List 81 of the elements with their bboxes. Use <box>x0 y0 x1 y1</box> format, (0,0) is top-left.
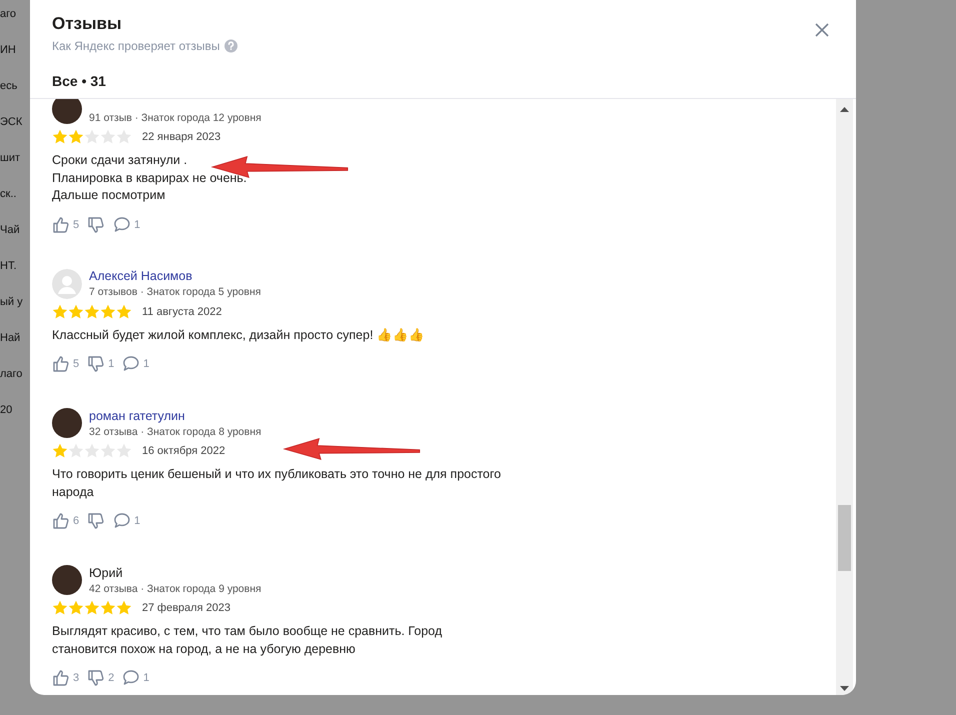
background-text: 20 <box>0 404 14 416</box>
filled-star-icon <box>116 600 132 616</box>
background-text: ый у <box>0 296 24 308</box>
avatar-photo-placeholder <box>52 565 82 595</box>
comment-button[interactable]: 1 <box>122 355 150 373</box>
background-text: ЭСК <box>0 116 24 128</box>
comment-icon <box>113 216 132 234</box>
filled-star-icon <box>116 304 132 320</box>
dialog-title: Отзывы <box>52 14 122 34</box>
like-button[interactable]: 5 <box>52 216 80 234</box>
background-text: есь <box>0 80 18 92</box>
close-icon <box>814 22 830 38</box>
background-text: ск.. <box>0 188 18 200</box>
filled-star-icon <box>68 304 84 320</box>
like-button[interactable]: 3 <box>52 669 80 687</box>
dislike-button[interactable] <box>87 216 106 234</box>
filled-star-icon <box>84 600 100 616</box>
author-info: 91 отзыв · Знаток города 12 уровня <box>89 112 262 124</box>
review-text: Что говорить ценик бешеный и что их публиковать это точно не для простого <box>52 466 502 483</box>
review-text: Выглядят красиво, с тем, что там было вообще не сравнить. Город <box>52 623 443 640</box>
scroll-up-icon <box>840 107 849 112</box>
background-text: ИН <box>0 44 17 56</box>
background-text: шит <box>0 152 22 164</box>
author-info: 7 отзывов · Знаток города 5 уровня <box>89 286 261 298</box>
filled-star-icon <box>68 129 84 145</box>
review-text: народа <box>52 484 95 501</box>
comment-button[interactable]: 1 <box>113 512 140 530</box>
help-link[interactable]: Как Яндекс проверяет отзывы <box>52 39 220 53</box>
tab[interactable]: Все • 31 <box>52 73 106 98</box>
filled-star-icon <box>84 304 100 320</box>
review-text: Классный будет жилой комплекс, дизайн просто супер! 👍👍👍 <box>52 326 426 344</box>
thumbs-up-icon <box>52 216 70 234</box>
scroll-down-icon <box>840 686 849 691</box>
avatar-photo-placeholder <box>52 408 82 438</box>
review-date: 22 января 2023 <box>142 131 221 143</box>
background-text: НТ. <box>0 260 18 272</box>
filled-star-icon <box>52 304 68 320</box>
filled-star-icon <box>52 129 68 145</box>
review-text: становится похож на город, а не на убогую деревню <box>52 640 356 658</box>
comment-button[interactable]: 1 <box>122 669 150 687</box>
filled-star-icon <box>52 600 68 616</box>
avatar-silhouette-icon <box>52 268 82 298</box>
review-text: Планировка в кварирах не очень. <box>52 170 248 187</box>
thumbs-down-icon <box>87 216 106 234</box>
comment-button[interactable]: 1 <box>113 216 140 234</box>
help-icon <box>224 39 238 53</box>
scroll-thumb[interactable] <box>838 505 851 571</box>
comment-icon <box>113 512 132 530</box>
thumbs-down-icon <box>87 355 106 373</box>
thumbs-up-icon <box>52 669 70 687</box>
dislike-button[interactable] <box>87 512 106 530</box>
thumbs-up-icon <box>52 355 70 373</box>
background-text: аго <box>0 8 18 20</box>
author-name: Юрий <box>89 566 124 580</box>
background-text: Чай <box>0 224 21 236</box>
filled-star-icon <box>52 443 68 459</box>
review-date: 27 февраля 2023 <box>142 602 230 614</box>
review-text: Сроки сдачи затянули . <box>52 152 188 169</box>
thumbs-down-icon <box>87 512 106 530</box>
filled-star-icon <box>100 304 116 320</box>
filled-star-icon <box>100 600 116 616</box>
like-button[interactable]: 5 <box>52 355 80 373</box>
background-text: лаго <box>0 368 24 380</box>
like-button[interactable]: 6 <box>52 512 80 530</box>
background-text: Най <box>0 332 22 344</box>
review-date: 11 августа 2022 <box>142 306 222 318</box>
filled-star-icon <box>68 600 84 616</box>
review-date: 16 октября 2022 <box>142 445 226 457</box>
thumbs-up-icon <box>52 512 70 530</box>
author-info: 32 отзыва · Знаток города 8 уровня <box>89 426 262 438</box>
author-link[interactable]: Алексей Насимов <box>89 269 261 283</box>
scrollbar[interactable] <box>836 99 853 695</box>
dislike-button[interactable]: 1 <box>87 355 114 373</box>
comment-icon <box>122 355 140 373</box>
thumbs-down-icon <box>87 669 106 687</box>
review-text: Дальше посмотрим <box>52 187 166 204</box>
avatar-photo-placeholder <box>52 99 82 124</box>
author-link[interactable]: роман гатетулин <box>89 408 262 422</box>
author-info: 42 отзыва · Знаток города 9 уровня <box>89 582 262 594</box>
comment-icon <box>122 669 140 687</box>
dislike-button[interactable]: 2 <box>87 669 114 687</box>
